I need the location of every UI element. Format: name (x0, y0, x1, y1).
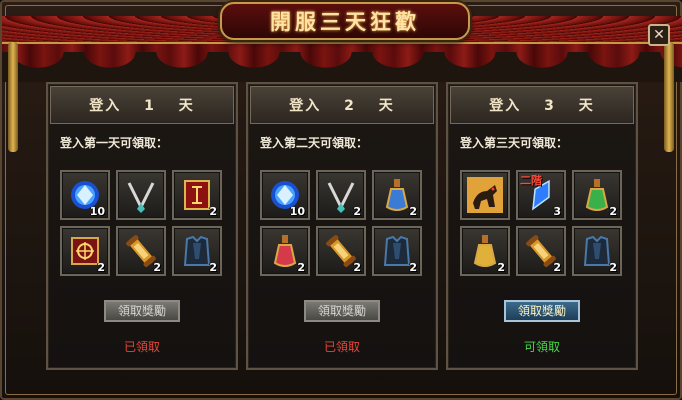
reward-panels: 登入 1 天 登入第一天可領取： 10 2 2 2 2 領取獎勵 已領取 登入 2 天 … (46, 82, 640, 372)
item-count: 2 (97, 261, 105, 274)
item-count: 2 (209, 205, 217, 218)
item-count: 2 (553, 261, 561, 274)
right-tassel (664, 42, 674, 152)
item-count: 10 (289, 205, 305, 218)
day-3-panel: 登入 3 天 登入第三天可領取： 二階 3 2 2 2 2 領取獎勵 可領取 (446, 82, 638, 370)
item-slot[interactable]: 2 (260, 226, 310, 276)
item-count: 2 (297, 261, 305, 274)
item-grid: 10 2 2 2 2 2 (260, 170, 430, 276)
item-slot[interactable]: 2 (460, 226, 510, 276)
event-window: 開服三天狂歡 ✕ 登入 1 天 登入第一天可領取： 10 2 2 2 2 領取獎勵 已領… (0, 0, 682, 400)
item-slot[interactable]: 2 (316, 170, 366, 220)
left-tassel (8, 42, 18, 152)
item-slot[interactable]: 2 (516, 226, 566, 276)
item-slot[interactable]: 10 (260, 170, 310, 220)
item-count: 10 (89, 205, 105, 218)
item-slot[interactable]: 二階 3 (516, 170, 566, 220)
item-slot[interactable]: 2 (116, 226, 166, 276)
panel-header: 登入 1 天 (50, 86, 234, 124)
item-count: 3 (553, 205, 561, 218)
panel-subtitle: 登入第一天可領取： (60, 136, 169, 150)
title-plate: 開服三天狂歡 (220, 2, 470, 40)
day-1-panel: 登入 1 天 登入第一天可領取： 10 2 2 2 2 領取獎勵 已領取 (46, 82, 238, 370)
claim-status: 可領取 (523, 340, 560, 354)
item-count: 2 (153, 261, 161, 274)
claim-reward-button[interactable]: 領取獎勵 (304, 300, 380, 322)
item-slot[interactable]: 2 (372, 170, 422, 220)
panel-header: 登入 2 天 (250, 86, 434, 124)
day-2-panel: 登入 2 天 登入第二天可領取： 10 2 2 2 2 2 領取獎勵 已領取 (246, 82, 438, 370)
claim-reward-button[interactable]: 領取獎勵 (104, 300, 180, 322)
item-slot[interactable] (460, 170, 510, 220)
item-slot[interactable]: 2 (372, 226, 422, 276)
panel-title: 登入 3 天 (489, 98, 595, 114)
item-slot[interactable]: 2 (316, 226, 366, 276)
item-slot[interactable]: 2 (572, 226, 622, 276)
panel-subtitle: 登入第二天可領取： (260, 136, 369, 150)
panel-title: 登入 1 天 (89, 98, 195, 114)
panel-subtitle: 登入第三天可領取： (460, 136, 569, 150)
close-button[interactable]: ✕ (648, 24, 670, 46)
item-slot[interactable]: 2 (60, 226, 110, 276)
item-slot[interactable] (116, 170, 166, 220)
item-grid: 二階 3 2 2 2 2 (460, 170, 630, 276)
window-title: 開服三天狂歡 (270, 9, 420, 34)
claim-reward-button[interactable]: 領取獎勵 (504, 300, 580, 322)
item-count: 2 (497, 261, 505, 274)
item-slot[interactable]: 2 (172, 226, 222, 276)
item-count: 2 (409, 261, 417, 274)
item-count: 2 (609, 261, 617, 274)
item-slot[interactable]: 2 (172, 170, 222, 220)
item-count: 2 (209, 261, 217, 274)
item-slot[interactable]: 10 (60, 170, 110, 220)
item-count: 2 (353, 205, 361, 218)
item-rank-label: 二階 (520, 174, 542, 187)
panel-title: 登入 2 天 (289, 98, 395, 114)
item-count: 2 (353, 261, 361, 274)
item-grid: 10 2 2 2 2 (60, 170, 230, 276)
panel-header: 登入 3 天 (450, 86, 634, 124)
item-slot[interactable]: 2 (572, 170, 622, 220)
claim-status: 已領取 (123, 340, 160, 354)
claim-status: 已領取 (323, 340, 360, 354)
item-count: 2 (409, 205, 417, 218)
item-count: 2 (609, 205, 617, 218)
